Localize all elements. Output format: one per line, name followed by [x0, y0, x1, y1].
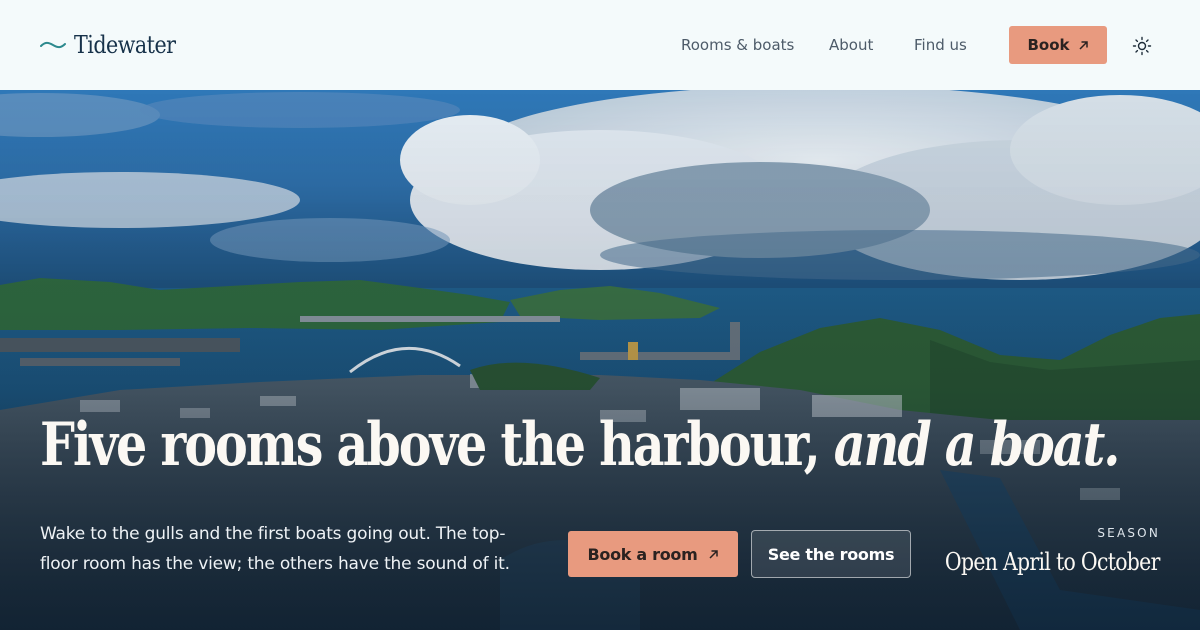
hero-headline: Five rooms above the harbour, and a boat… — [40, 410, 1121, 480]
wave-icon — [40, 41, 66, 49]
nav-rooms-boats[interactable]: Rooms & boats — [681, 36, 794, 54]
book-button-label: Book — [1027, 36, 1070, 54]
headline-italic: and a boat. — [833, 410, 1121, 480]
arrow-up-right-icon — [708, 549, 718, 559]
season-value: Open April to October — [945, 548, 1160, 576]
hero-section: Five rooms above the harbour, and a boat… — [0, 90, 1200, 630]
hero-lede: Wake to the gulls and the first boats go… — [40, 524, 510, 574]
theme-toggle-button[interactable] — [1132, 36, 1152, 56]
site-header: Tidewater Rooms & boats About Find us Bo… — [0, 0, 1200, 90]
sun-icon — [1132, 36, 1152, 56]
brand-logo[interactable]: Tidewater — [40, 31, 192, 59]
nav-about[interactable]: About — [829, 36, 873, 54]
headline-main: Five rooms above the harbour, — [40, 410, 821, 480]
season-label: SEASON — [1097, 526, 1160, 540]
arrow-up-right-icon — [1078, 40, 1088, 50]
book-a-room-label: Book a room — [587, 544, 698, 564]
header-book-button[interactable]: Book — [1009, 26, 1107, 64]
book-a-room-button[interactable]: Book a room — [568, 531, 738, 577]
see-the-rooms-button[interactable]: See the rooms — [751, 530, 911, 578]
brand-name: Tidewater — [74, 31, 176, 59]
nav-find-us[interactable]: Find us — [914, 36, 967, 54]
